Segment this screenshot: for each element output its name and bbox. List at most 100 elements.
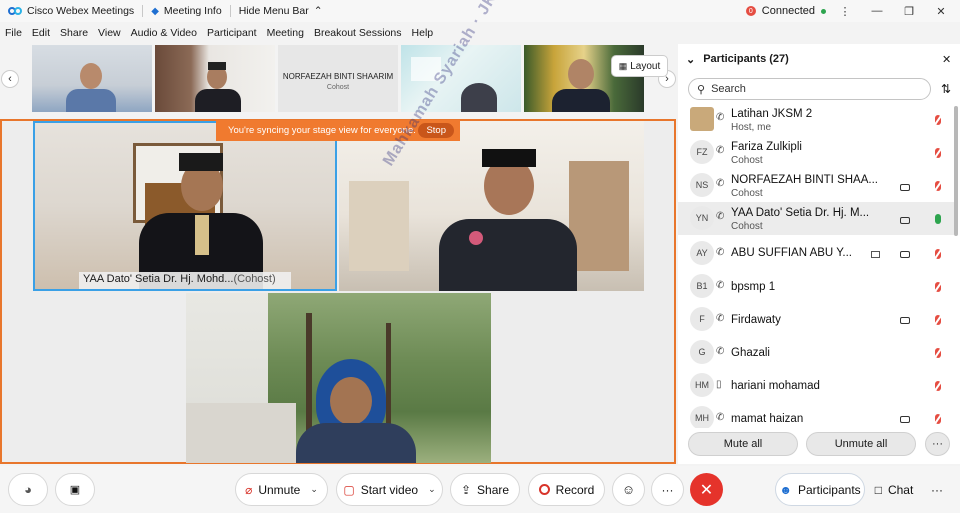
mic-active-icon[interactable]	[935, 214, 941, 224]
mic-muted-icon[interactable]	[935, 381, 941, 391]
participant-video[interactable]	[339, 121, 644, 291]
layout-icon: ▦	[618, 60, 628, 71]
reactions-button[interactable]: ☺	[612, 473, 645, 506]
participant-name: mamat haizan	[731, 413, 804, 425]
chat-label: Chat	[887, 482, 914, 497]
thumbnail-role: Cohost	[326, 84, 350, 91]
menu-share[interactable]: Share	[55, 27, 93, 39]
start-video-button[interactable]: ▢ Start video ⌄	[336, 473, 443, 506]
active-speaker-name-tag: YAA Dato' Setia Dr. Hj. Mohd...(Cohost)	[79, 272, 291, 289]
avatar: NS	[690, 173, 714, 197]
shield-icon: ◆	[151, 5, 159, 17]
search-input[interactable]: ⚲ Search	[688, 78, 931, 100]
avatar: MH	[690, 406, 714, 428]
hide-menu-bar-button[interactable]: Hide Menu Bar ⌃	[231, 0, 331, 22]
chat-bubble-icon: □	[874, 482, 882, 497]
video-thumbnail-name-only[interactable]: NORFAEZAH BINTI SHAARIM Cohost	[278, 45, 398, 112]
captions-icon: ▣	[69, 484, 81, 496]
participants-scrollbar[interactable]	[954, 106, 958, 236]
sync-stage-text: You're syncing your stage view for every…	[228, 125, 416, 136]
mic-muted-icon[interactable]	[935, 282, 941, 292]
smiley-icon: ☺	[621, 482, 636, 497]
unmute-button[interactable]: ⌀ Unmute ⌄	[235, 473, 328, 506]
close-icon[interactable]: ✕	[928, 5, 954, 18]
participant-row[interactable]: G ✆ Ghazali	[678, 336, 954, 369]
participant-name: bpsmp 1	[731, 281, 776, 293]
menu-view[interactable]: View	[93, 27, 126, 39]
participant-row[interactable]: FZ ✆ Fariza Zulkipli Cohost	[678, 136, 954, 169]
avatar: AY	[690, 241, 714, 265]
more-options-icon[interactable]: ⋮	[832, 5, 858, 18]
app-title-text: Cisco Webex Meetings	[27, 5, 135, 17]
hide-menu-bar-label: Hide Menu Bar	[238, 5, 309, 17]
more-options-button[interactable]: ···	[925, 432, 950, 456]
connection-status: Connected	[761, 5, 815, 17]
participants-title: Participants (27)	[703, 53, 789, 65]
close-icon: ✕	[699, 481, 714, 499]
mic-muted-icon[interactable]	[935, 315, 941, 325]
video-thumbnail[interactable]	[155, 45, 275, 112]
filmstrip-prev-button[interactable]: ‹	[1, 70, 19, 88]
mic-muted-icon[interactable]	[935, 115, 941, 125]
more-panels-button[interactable]: ···	[922, 473, 952, 506]
participant-row-selected[interactable]: YN ✆ YAA Dato' Setia Dr. Hj. M... Cohost	[678, 202, 954, 235]
mic-muted-icon[interactable]	[935, 348, 941, 358]
participant-video[interactable]	[186, 293, 491, 463]
mic-muted-icon[interactable]	[935, 148, 941, 158]
mic-muted-icon[interactable]	[935, 249, 941, 259]
person-icon: ☻	[779, 482, 792, 497]
mic-muted-icon[interactable]	[935, 181, 941, 191]
close-panel-icon[interactable]: ✕	[942, 53, 951, 66]
minimize-icon[interactable]: —	[864, 5, 890, 17]
layout-button[interactable]: ▦ Layout	[611, 55, 668, 77]
record-button[interactable]: Record	[528, 473, 605, 506]
menu-edit[interactable]: Edit	[27, 27, 55, 39]
stop-sync-button[interactable]: Stop	[418, 123, 454, 138]
participant-row[interactable]: F ✆ Firdawaty	[678, 303, 954, 336]
menu-audio-video[interactable]: Audio & Video	[126, 27, 202, 39]
participant-row[interactable]: MH ✆ mamat haizan	[678, 402, 954, 428]
sort-icon[interactable]: ⇅	[941, 82, 951, 96]
participant-row[interactable]: B1 ✆ bpsmp 1	[678, 270, 954, 303]
participant-row[interactable]: ✆ Latihan JKSM 2 Host, me	[678, 103, 954, 136]
participants-button[interactable]: ☻ Participants	[775, 473, 865, 506]
participant-row[interactable]: AY ✆ ABU SUFFIAN ABU Y...	[678, 237, 954, 270]
active-speaker-video[interactable]	[33, 121, 337, 291]
audio-connection-icon: ✆	[716, 313, 725, 324]
meeting-info-button[interactable]: ◆ Meeting Info	[143, 0, 230, 22]
menu-breakout-sessions[interactable]: Breakout Sessions	[309, 27, 407, 39]
chevron-down-icon[interactable]: ⌄	[310, 484, 318, 495]
app-title: Cisco Webex Meetings	[0, 0, 142, 22]
chat-button[interactable]: □ Chat	[868, 473, 920, 506]
share-button[interactable]: ⇪ Share	[450, 473, 520, 506]
chevron-down-icon[interactable]: ⌄	[428, 484, 436, 495]
video-thumbnail[interactable]	[32, 45, 152, 112]
collapse-chevron-icon[interactable]: ⌄	[686, 53, 695, 66]
mute-all-button[interactable]: Mute all	[688, 432, 798, 456]
restore-icon[interactable]: ❐	[896, 5, 922, 18]
active-speaker-role: (Cohost)	[233, 273, 276, 285]
more-options-button[interactable]: ···	[651, 473, 684, 506]
audio-status-button[interactable]: ◕	[8, 473, 48, 506]
menu-file[interactable]: File	[0, 27, 27, 39]
menu-help[interactable]: Help	[407, 27, 439, 39]
speaker-icon: ◕	[24, 482, 32, 497]
participant-row[interactable]: HM ▯ hariani mohamad	[678, 369, 954, 402]
share-icon: ⇪	[460, 482, 472, 497]
meeting-toolbar: ◕ ▣ ⌀ Unmute ⌄ ▢ Start video ⌄ ⇪ Share R…	[0, 466, 960, 513]
avatar: HM	[690, 373, 714, 397]
view-toggle-button[interactable]: ▣	[55, 473, 95, 506]
unmute-label: Unmute	[258, 482, 301, 497]
audio-connection-icon: ✆	[716, 211, 725, 222]
end-meeting-button[interactable]: ✕	[690, 473, 723, 506]
audio-connection-icon: ✆	[716, 178, 725, 189]
unmute-all-button[interactable]: Unmute all	[806, 432, 916, 456]
participant-row[interactable]: NS ✆ NORFAEZAH BINTI SHAA... Cohost	[678, 169, 954, 202]
menu-participant[interactable]: Participant	[202, 27, 262, 39]
participant-role: Host, me	[731, 122, 772, 133]
notification-badge: 0	[745, 6, 756, 16]
audio-connection-icon: ✆	[716, 112, 725, 123]
menu-meeting[interactable]: Meeting	[262, 27, 309, 39]
avatar: G	[690, 340, 714, 364]
mic-muted-icon[interactable]	[935, 414, 941, 424]
